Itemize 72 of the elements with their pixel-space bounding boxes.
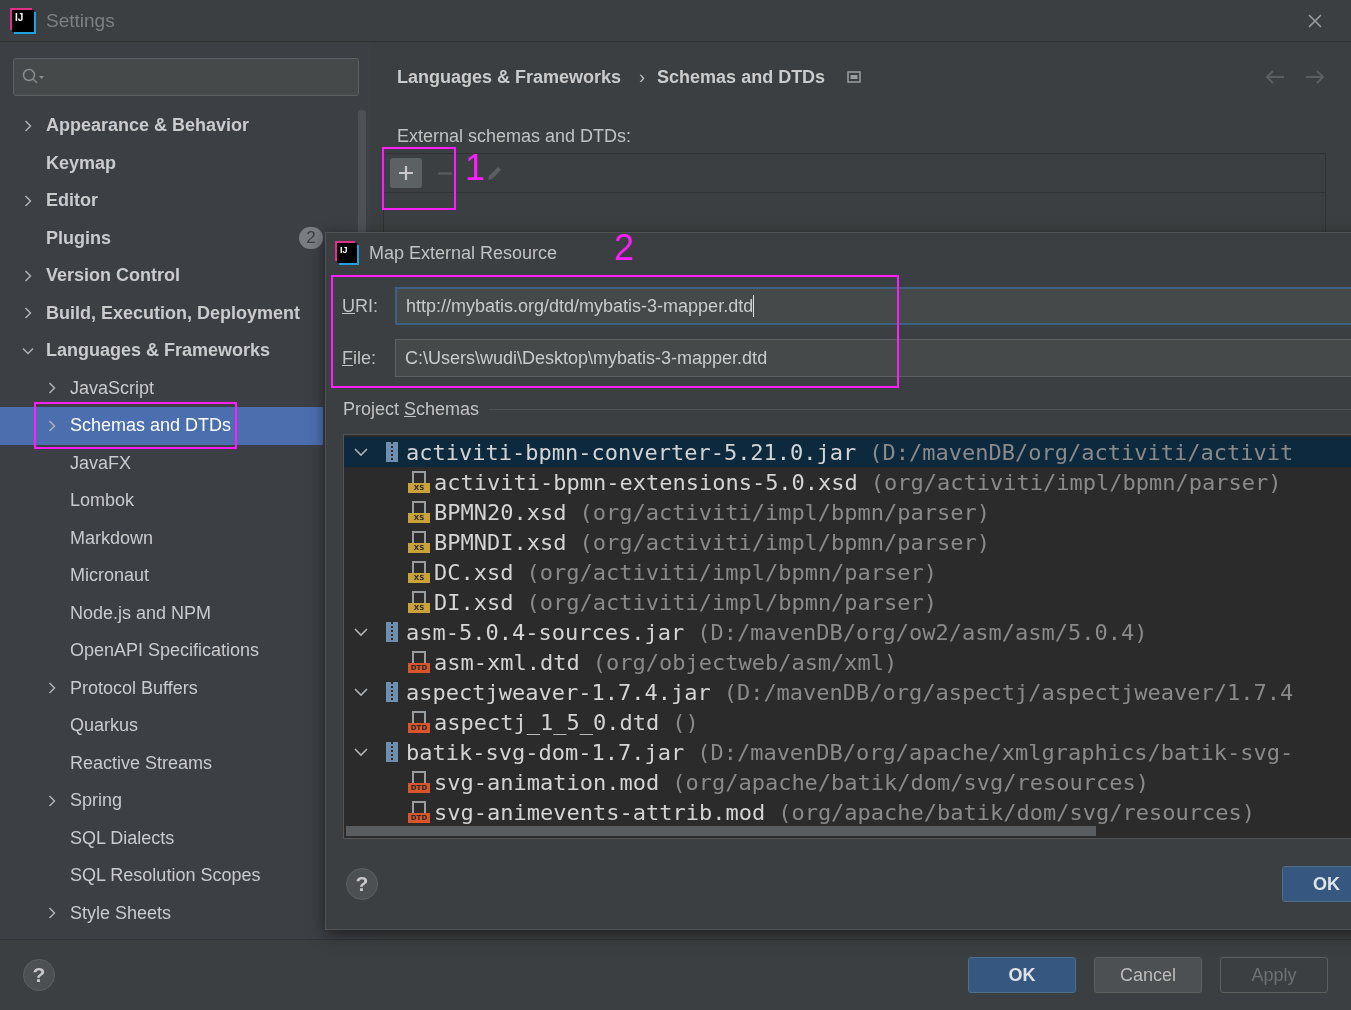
section-label: External schemas and DTDs: xyxy=(397,126,633,147)
pencil-icon xyxy=(486,164,504,182)
sidebar-item[interactable]: SQL Resolution Scopes xyxy=(0,857,323,895)
archive-icon xyxy=(384,441,400,463)
chevron-right-icon[interactable] xyxy=(22,307,34,320)
breadcrumb-item[interactable]: Schemas and DTDs xyxy=(657,66,826,88)
field-label: URI: xyxy=(342,295,379,317)
sidebar-item[interactable]: JavaFX xyxy=(0,444,323,482)
sidebar-item[interactable]: Lombok xyxy=(0,482,323,520)
count-badge: 2 xyxy=(299,227,323,250)
text-field[interactable]: http://mybatis.org/dtd/mybatis-3-mapper.dtd xyxy=(395,287,1351,325)
chevron-down-icon[interactable] xyxy=(354,685,368,699)
archive-icon xyxy=(384,621,400,643)
annotation-number: 1 xyxy=(465,150,486,186)
close-icon[interactable] xyxy=(1307,12,1323,29)
sidebar-item[interactable]: Reactive Streams xyxy=(0,744,323,782)
dialog-button[interactable]: OK xyxy=(1282,866,1351,902)
sidebar-item[interactable]: Editor xyxy=(0,182,323,220)
archive-icon xyxy=(384,681,400,703)
help-button[interactable]: ? xyxy=(346,868,378,900)
tree-row[interactable]: asm-5.0.4-sources.jar (D:/mavenDB/org/ow2/asm/asm/5.0.4) xyxy=(344,617,1351,647)
tree-row[interactable]: batik-svg-dom-1.7.jar (D:/mavenDB/org/apache/xmlgraphics/batik-svg- xyxy=(344,737,1351,767)
sidebar-item[interactable]: Version Control xyxy=(0,257,323,295)
sidebar-item[interactable]: Plugins 2 xyxy=(0,219,323,257)
dialog-button[interactable]: OK xyxy=(968,957,1076,993)
sidebar-item[interactable]: Spring xyxy=(0,782,323,820)
search-field[interactable] xyxy=(13,58,359,96)
chevron-down-icon[interactable] xyxy=(354,745,368,759)
dialog-button[interactable]: Cancel xyxy=(1094,957,1202,993)
chevron-right-icon[interactable] xyxy=(46,794,58,807)
sidebar-item[interactable]: Style Sheets xyxy=(0,894,323,932)
add-button[interactable] xyxy=(390,158,422,188)
sidebar-item[interactable]: Micronaut xyxy=(0,557,323,595)
sidebar-item[interactable]: JavaScript xyxy=(0,369,323,407)
tree-row[interactable]: activiti-bpmn-converter-5.21.0.jar (D:/mavenDB/org/activiti/activit xyxy=(344,437,1351,467)
app-icon: IJ xyxy=(12,9,34,32)
sidebar-item[interactable]: Markdown xyxy=(0,519,323,557)
sidebar-item[interactable]: Keymap xyxy=(0,144,323,182)
sidebar-item[interactable]: Appearance & Behavior xyxy=(0,107,323,145)
sidebar-item[interactable]: SQL Dialects xyxy=(0,819,323,857)
scrollbar[interactable] xyxy=(346,826,1096,836)
plus-icon xyxy=(398,165,414,181)
dialog-title: Map External Resource xyxy=(369,242,558,264)
section-label: Project Schemas xyxy=(343,399,480,420)
sidebar-item[interactable]: Schemas and DTDs xyxy=(0,407,323,445)
minus-icon xyxy=(438,171,452,175)
chevron-down-icon[interactable] xyxy=(354,445,368,459)
sidebar-item[interactable]: Build, Execution, Deployment xyxy=(0,294,323,332)
app-icon: IJ xyxy=(337,243,357,263)
chevron-right-icon[interactable] xyxy=(22,194,34,207)
chevron-down-icon[interactable] xyxy=(354,625,368,639)
search-icon xyxy=(22,68,46,86)
chevron-right-icon[interactable] xyxy=(22,119,34,132)
sidebar-item[interactable]: Languages & Frameworks xyxy=(0,332,323,370)
chevron-right-icon[interactable] xyxy=(46,907,58,920)
sidebar-item[interactable]: OpenAPI Specifications xyxy=(0,632,323,670)
sidebar-item[interactable]: Quarkus xyxy=(0,707,323,745)
window-title: Settings xyxy=(46,9,115,32)
chevron-right-icon[interactable] xyxy=(46,682,58,695)
tree-row[interactable]: aspectjweaver-1.7.4.jar (D:/mavenDB/org/aspectj/aspectjweaver/1.7.4 xyxy=(344,677,1351,707)
annotation-number: 2 xyxy=(614,230,635,266)
breadcrumb-separator: › xyxy=(639,66,646,88)
sidebar-item[interactable]: Node.js and NPM xyxy=(0,594,323,632)
field-label: File: xyxy=(342,347,377,369)
breadcrumb-item[interactable]: Languages & Frameworks xyxy=(397,66,622,88)
sidebar-item[interactable]: Protocol Buffers xyxy=(0,669,323,707)
text-field[interactable]: C:\Users\wudi\Desktop\mybatis-3-mapper.dtd xyxy=(395,339,1351,377)
chevron-right-icon[interactable] xyxy=(22,269,34,282)
help-button[interactable]: ? xyxy=(23,959,55,991)
project-icon xyxy=(847,71,862,83)
archive-icon xyxy=(384,741,400,763)
chevron-right-icon[interactable] xyxy=(46,382,58,395)
